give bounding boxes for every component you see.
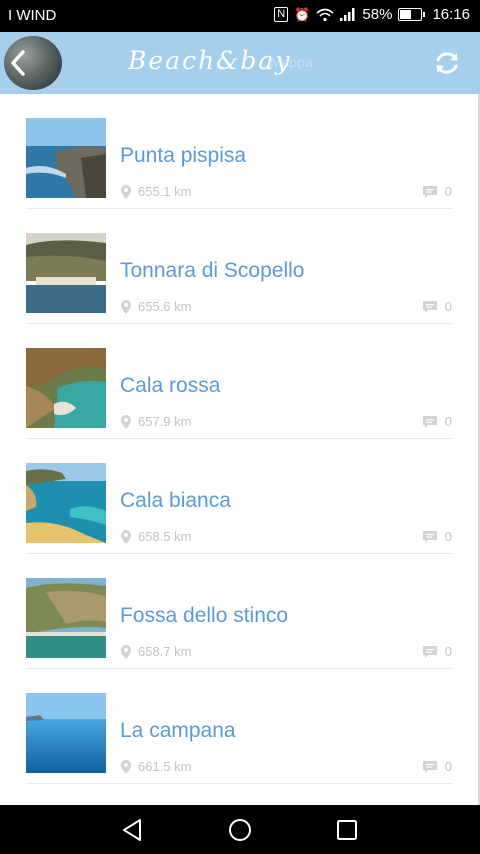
location-pin-icon	[121, 414, 131, 429]
comment-icon	[422, 415, 437, 428]
status-icons: N ⏰ 58% 16:16	[274, 6, 470, 23]
beach-title: Fossa dello stinco	[120, 604, 289, 627]
list-item[interactable]: Cala rossa 657.9 km 0	[26, 324, 452, 439]
comment-icon	[422, 300, 437, 313]
beach-list[interactable]: Punta pispisa 655.1 km 0 Tonnara di Scop…	[0, 94, 478, 805]
distance-value: 655.6 km	[138, 299, 192, 314]
beach-title: Cala bianca	[120, 489, 231, 512]
back-arrow-icon	[11, 50, 25, 76]
comment-count-value: 0	[444, 759, 452, 774]
comment-count: 0	[422, 184, 452, 199]
signal-icon	[340, 8, 355, 21]
beach-thumbnail	[26, 463, 106, 543]
beach-title: Punta pispisa	[120, 144, 247, 167]
location-pin-icon	[121, 644, 131, 659]
carrier-label: I WIND	[8, 7, 57, 24]
comment-count: 0	[422, 759, 452, 774]
nav-recents-icon[interactable]	[334, 817, 360, 843]
beach-thumbnail	[26, 348, 106, 428]
beach-thumbnail	[26, 233, 106, 313]
system-nav-bar	[0, 805, 480, 854]
app-logo-title: Beach&bay	[128, 46, 292, 75]
beach-thumbnail	[26, 578, 106, 658]
list-item[interactable]: Tonnara di Scopello 655.6 km 0	[26, 209, 452, 324]
distance: 655.6 km	[120, 299, 191, 314]
beach-title: Cala rossa	[120, 374, 221, 397]
comment-icon	[422, 760, 437, 773]
refresh-button[interactable]	[432, 48, 462, 78]
location-pin-icon	[121, 759, 131, 774]
refresh-icon	[436, 52, 458, 74]
beach-title: Tonnara di Scopello	[120, 259, 305, 282]
distance: 655.1 km	[120, 184, 191, 199]
comment-count: 0	[422, 529, 452, 544]
comment-count: 0	[422, 644, 452, 659]
comment-count-value: 0	[444, 414, 452, 429]
status-bar: I WIND N ⏰ 58% 16:16	[0, 0, 480, 32]
comment-icon	[422, 645, 437, 658]
distance-value: 658.5 km	[138, 529, 192, 544]
distance: 657.9 km	[120, 414, 191, 429]
comment-icon	[422, 530, 437, 543]
wifi-icon	[316, 8, 334, 21]
list-item[interactable]: La campana 661.5 km 0	[26, 669, 452, 784]
comment-count-value: 0	[444, 644, 452, 659]
list-item[interactable]: Cala bianca 658.5 km 0	[26, 439, 452, 554]
list-item[interactable]: Fossa dello stinco 658.7 km 0	[26, 554, 452, 669]
location-pin-icon	[121, 184, 131, 199]
distance: 658.5 km	[120, 529, 191, 544]
distance: 658.7 km	[120, 644, 191, 659]
location-pin-icon	[121, 529, 131, 544]
comment-count: 0	[422, 299, 452, 314]
list-item[interactable]: Punta pispisa 655.1 km 0	[26, 94, 452, 209]
beach-thumbnail	[26, 693, 106, 773]
battery-icon	[398, 8, 426, 21]
comment-count-value: 0	[444, 529, 452, 544]
beach-thumbnail	[26, 118, 106, 198]
clock: 16:16	[432, 6, 470, 23]
comment-count: 0	[422, 414, 452, 429]
comment-count-value: 0	[444, 299, 452, 314]
alarm-icon: ⏰	[294, 6, 311, 22]
distance: 661.5 km	[120, 759, 191, 774]
back-button[interactable]	[4, 36, 62, 90]
battery-percent: 58%	[362, 6, 393, 23]
nfc-icon: N	[274, 7, 289, 22]
comment-count-value: 0	[444, 184, 452, 199]
distance-value: 657.9 km	[138, 414, 192, 429]
nav-back-icon[interactable]	[120, 817, 146, 843]
distance-value: 661.5 km	[138, 759, 192, 774]
beach-title: La campana	[120, 719, 236, 742]
nav-home-icon[interactable]	[227, 817, 253, 843]
distance-value: 655.1 km	[138, 184, 192, 199]
app-header: Mappa Beach&bay	[0, 32, 480, 94]
distance-value: 658.7 km	[138, 644, 192, 659]
comment-icon	[422, 185, 437, 198]
location-pin-icon	[121, 299, 131, 314]
